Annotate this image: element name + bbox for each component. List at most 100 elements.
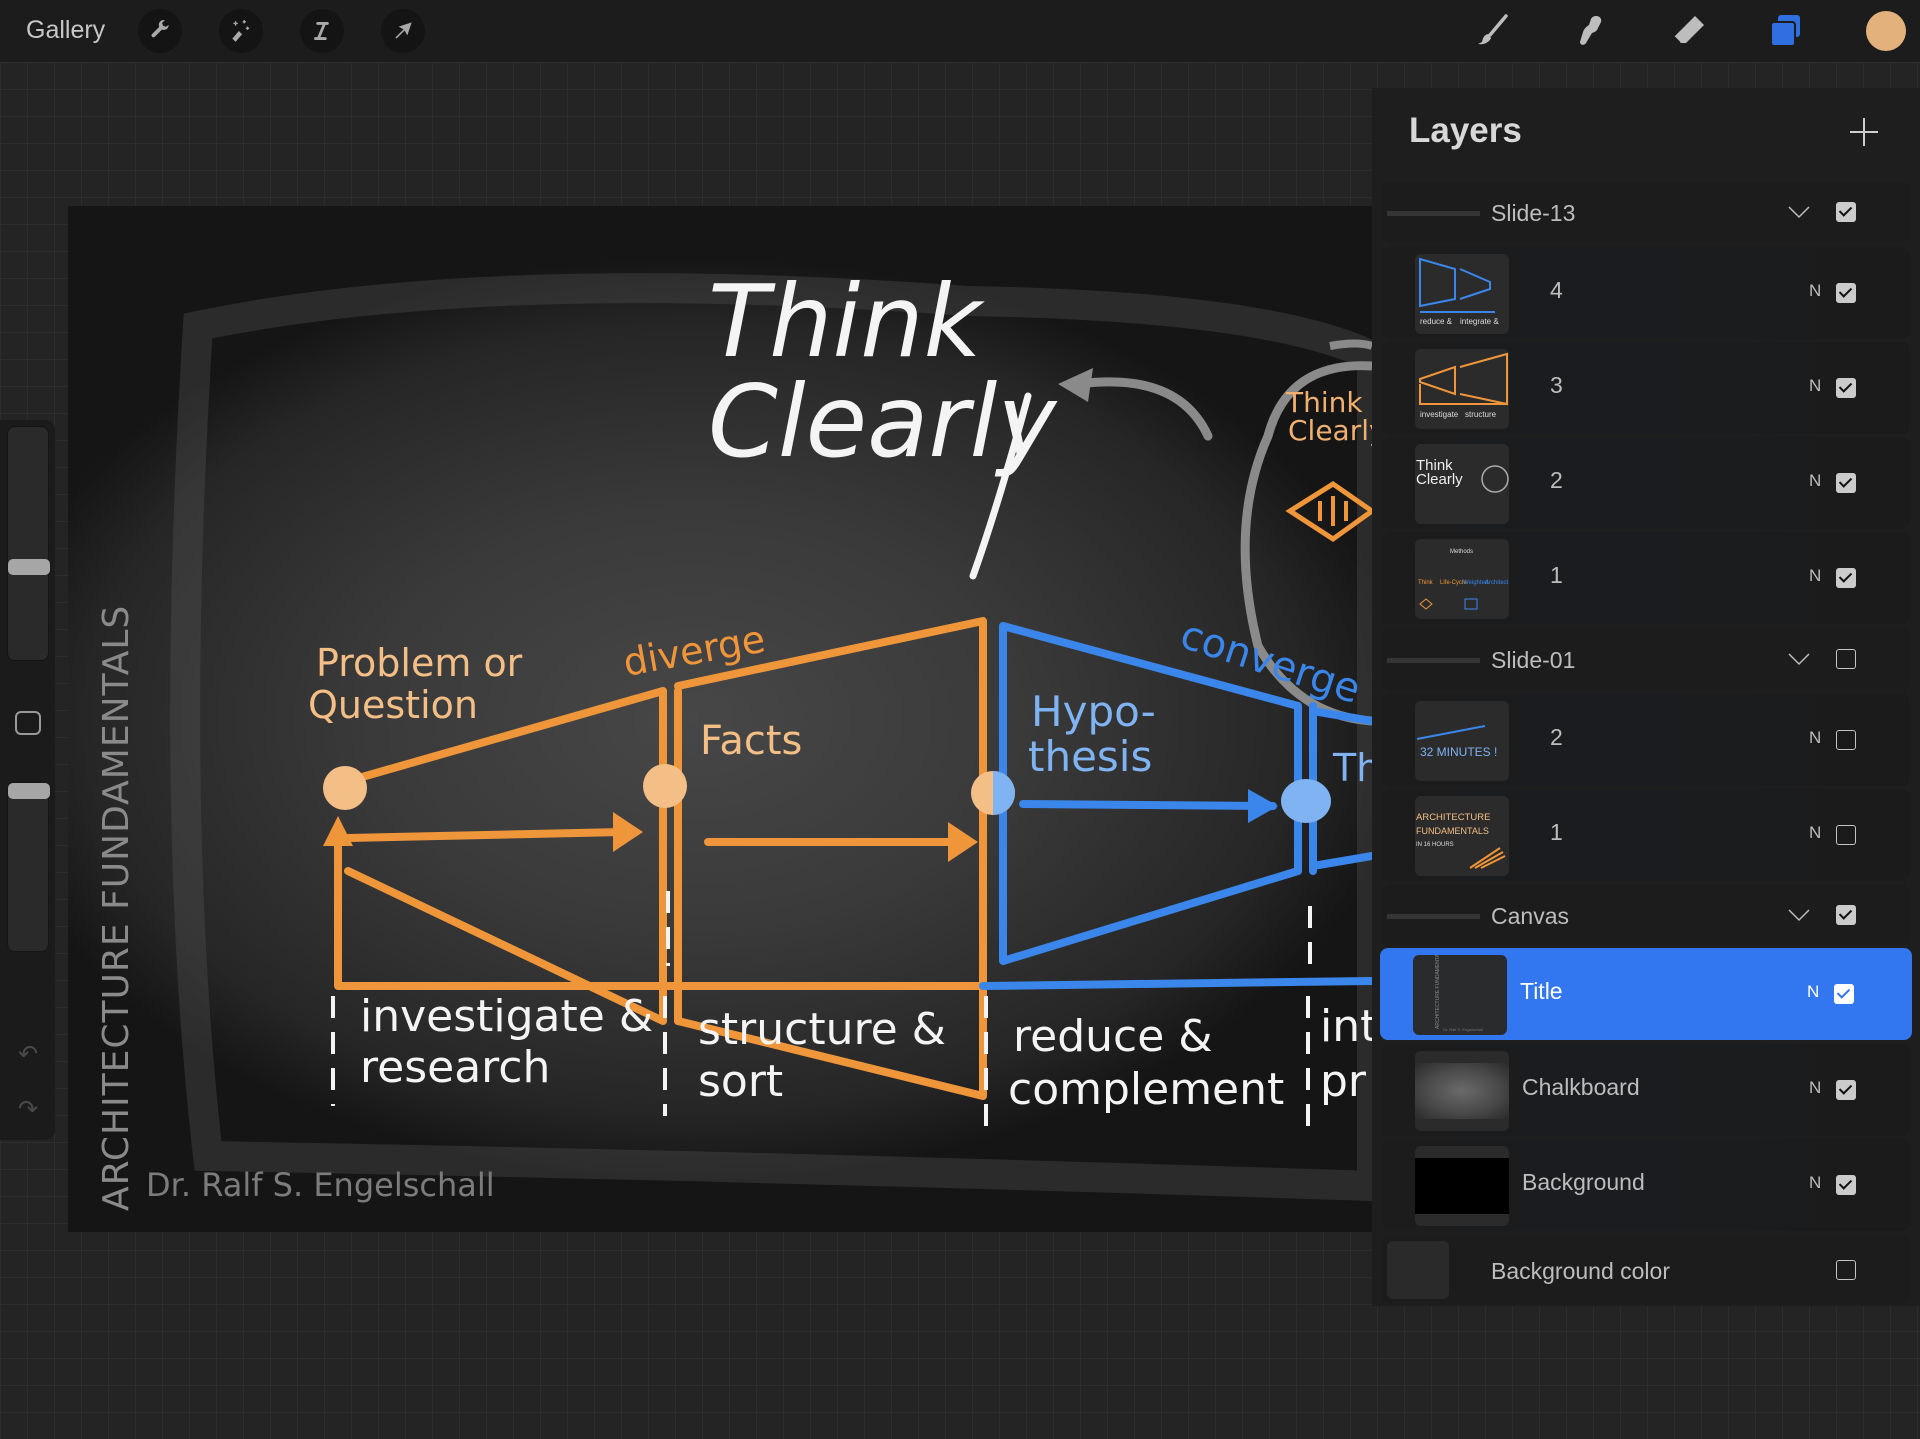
layer-thumbnail: Methods Think Life-Cycle Weighted Architect.: [1415, 539, 1509, 619]
svg-text:Think: Think: [1418, 580, 1434, 586]
svg-text:ARCHITECTURE FUNDAMENTALS: ARCHITECTURE FUNDAMENTALS: [1435, 955, 1441, 1029]
eraser-tool[interactable]: [1666, 10, 1710, 52]
blend-mode-button[interactable]: N: [1809, 281, 1821, 301]
step-4-line1: int: [1320, 1001, 1372, 1052]
step-2-line1: structure &: [698, 1004, 946, 1055]
svg-text:Dr. Ralf S. Engelschall: Dr. Ralf S. Engelschall: [1443, 1027, 1483, 1032]
layer-row[interactable]: Background N: [1382, 1139, 1910, 1231]
brush-size-slider[interactable]: [7, 426, 50, 661]
visibility-checkbox[interactable]: [1836, 1080, 1856, 1100]
layer-name: 1: [1550, 819, 1563, 845]
visibility-checkbox[interactable]: [1836, 202, 1856, 222]
drawing-canvas[interactable]: Think Clearly Think Clearly Problem or Q…: [68, 206, 1372, 1232]
grey-arrow: [1073, 377, 1213, 441]
modify-button[interactable]: [15, 711, 41, 735]
background-color-swatch[interactable]: [1387, 1241, 1449, 1299]
layer-row[interactable]: 32 MINUTES ! 2 N: [1382, 694, 1910, 786]
redo-icon[interactable]: ↷: [14, 1095, 42, 1123]
visibility-checkbox[interactable]: [1834, 984, 1854, 1004]
canvas-artwork: Think Clearly Think Clearly Problem or Q…: [96, 263, 1372, 1211]
diamond-bars: [1318, 496, 1348, 526]
svg-text:32 MINUTES !: 32 MINUTES !: [1420, 745, 1497, 759]
layer-row[interactable]: reduce & integrate & 4 N: [1382, 247, 1910, 339]
blend-mode-button[interactable]: N: [1809, 471, 1821, 491]
step-2-line2: sort: [698, 1056, 783, 1107]
visibility-checkbox[interactable]: [1836, 1260, 1856, 1280]
layers-icon: [1770, 15, 1800, 47]
svg-text:FUNDAMENTALS: FUNDAMENTALS: [1416, 826, 1489, 836]
group-name: Slide-01: [1491, 647, 1576, 673]
blend-mode-button[interactable]: N: [1809, 823, 1821, 843]
selection-button[interactable]: [300, 9, 344, 53]
layer-row[interactable]: ARCHITECTURE FUNDAMENTALS IN 16 HOURS 1 N: [1382, 789, 1910, 881]
blend-mode-button[interactable]: N: [1809, 566, 1821, 586]
background-color-label: Background color: [1491, 1258, 1670, 1284]
blend-mode-button[interactable]: N: [1809, 376, 1821, 396]
small-clearly: Clearly: [1288, 414, 1372, 447]
label-hypo-1: Hypo-: [1031, 687, 1156, 736]
author-name: Dr. Ralf S. Engelschall: [146, 1166, 495, 1204]
visibility-checkbox[interactable]: [1836, 825, 1856, 845]
opacity-thumb[interactable]: [8, 783, 50, 799]
layer-row[interactable]: Chalkboard N: [1382, 1044, 1910, 1136]
top-toolbar: Gallery: [0, 0, 1920, 62]
layer-row[interactable]: Think Clearly 2 N: [1382, 437, 1910, 529]
group-name: Canvas: [1491, 903, 1569, 929]
smudge-tool[interactable]: [1568, 10, 1612, 52]
group-indicator: [1387, 658, 1480, 663]
layer-group-canvas[interactable]: Canvas: [1382, 885, 1910, 945]
blend-mode-button[interactable]: N: [1809, 1173, 1821, 1193]
layer-name: 2: [1550, 724, 1563, 750]
gallery-button[interactable]: Gallery: [26, 16, 105, 45]
layers-tool[interactable]: [1764, 10, 1808, 52]
svg-text:Methods: Methods: [1450, 549, 1473, 555]
adjustments-button[interactable]: [219, 9, 263, 53]
background-color-row[interactable]: Background color: [1382, 1236, 1910, 1304]
svg-text:Architect.: Architect.: [1485, 580, 1509, 586]
layer-group-slide-01[interactable]: Slide-01: [1382, 629, 1910, 689]
visibility-checkbox[interactable]: [1836, 649, 1856, 669]
opacity-slider[interactable]: [7, 782, 50, 952]
node-facts: [643, 764, 687, 808]
node-hypothesis-right: [993, 771, 1015, 815]
blend-mode-button[interactable]: N: [1807, 982, 1819, 1002]
visibility-checkbox[interactable]: [1836, 473, 1856, 493]
undo-icon[interactable]: ↶: [14, 1040, 42, 1068]
visibility-checkbox[interactable]: [1836, 730, 1856, 750]
chevron-down-icon[interactable]: [1787, 903, 1811, 927]
grey-arrowhead: [1058, 368, 1093, 402]
svg-text:reduce &: reduce &: [1420, 317, 1453, 326]
layer-row-selected[interactable]: ARCHITECTURE FUNDAMENTALS Dr. Ralf S. Eng…: [1380, 948, 1912, 1040]
visibility-checkbox[interactable]: [1836, 1175, 1856, 1195]
grey-loop-top: [1329, 339, 1372, 350]
svg-text:investigate: investigate: [1420, 410, 1459, 419]
layer-thumbnail: Think Clearly: [1415, 444, 1509, 524]
layer-thumbnail: reduce & integrate &: [1415, 254, 1509, 334]
brush-tool[interactable]: [1470, 10, 1514, 52]
blend-mode-button[interactable]: N: [1809, 728, 1821, 748]
arrow-head-up: [323, 816, 353, 846]
add-layer-button[interactable]: [1848, 116, 1880, 148]
visibility-checkbox[interactable]: [1836, 568, 1856, 588]
visibility-checkbox[interactable]: [1836, 378, 1856, 398]
chevron-down-icon[interactable]: [1787, 200, 1811, 224]
visibility-checkbox[interactable]: [1836, 283, 1856, 303]
layer-row[interactable]: Methods Think Life-Cycle Weighted Architect.…: [1382, 532, 1910, 624]
step-4-line2: pr: [1320, 1056, 1367, 1107]
chevron-down-icon[interactable]: [1787, 647, 1811, 671]
layer-group-slide-13[interactable]: Slide-13: [1382, 182, 1910, 242]
node-problem: [323, 766, 367, 810]
transform-button[interactable]: [381, 9, 425, 53]
svg-text:ARCHITECTURE: ARCHITECTURE: [1416, 812, 1490, 823]
arrow-head-1: [613, 812, 643, 852]
layers-panel-title: Layers: [1409, 111, 1522, 150]
actions-button[interactable]: [138, 9, 182, 53]
brush-size-thumb[interactable]: [8, 559, 50, 575]
label-theory: Th: [1332, 746, 1372, 790]
left-sidebar: ↶ ↷: [0, 420, 55, 1140]
layer-name: 2: [1550, 467, 1563, 493]
blend-mode-button[interactable]: N: [1809, 1078, 1821, 1098]
visibility-checkbox[interactable]: [1836, 905, 1856, 925]
color-picker-swatch[interactable]: [1866, 11, 1906, 51]
layer-row[interactable]: investigate structure 3 N: [1382, 342, 1910, 434]
